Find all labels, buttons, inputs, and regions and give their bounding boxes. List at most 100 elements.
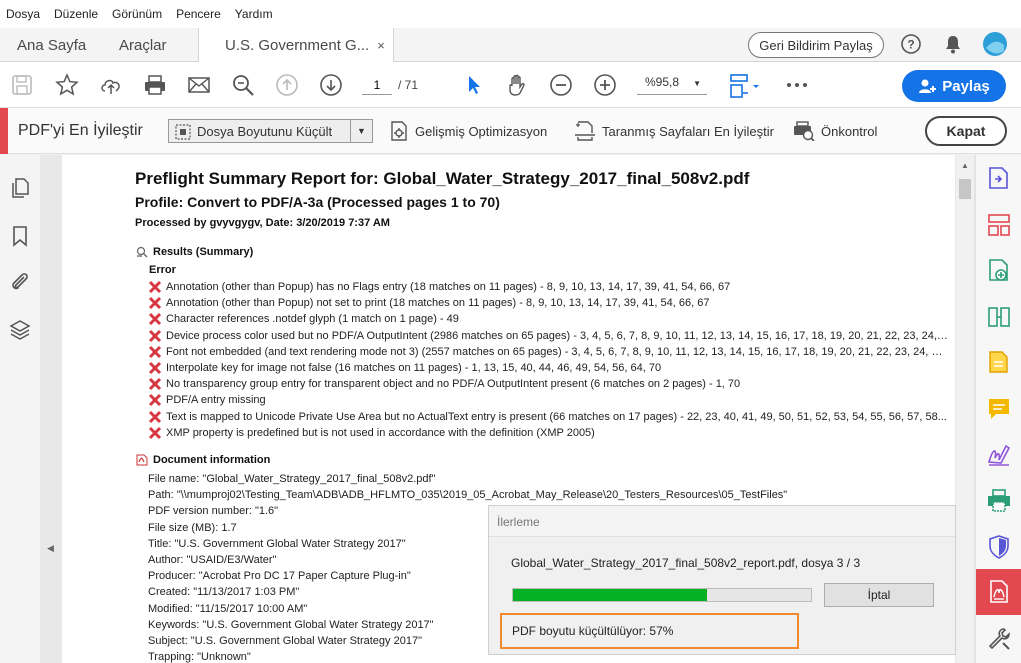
error-x-icon: [148, 297, 162, 310]
cancel-button[interactable]: İptal: [824, 583, 934, 607]
comment-icon[interactable]: [986, 396, 1012, 422]
zoom-out-icon[interactable]: [549, 73, 573, 97]
close-tool-button[interactable]: Kapat: [925, 116, 1007, 146]
create-pdf-icon[interactable]: [986, 258, 1012, 284]
tab-home-label: Ana Sayfa: [17, 36, 87, 54]
error-heading: Error: [149, 264, 176, 276]
error-text: Font not embedded (and text rendering mo…: [166, 345, 948, 358]
error-x-icon: [148, 361, 162, 375]
error-text: Annotation (other than Popup) has no Fla…: [166, 281, 731, 294]
save-icon[interactable]: [10, 73, 34, 97]
scanned-pages-icon: [575, 121, 595, 141]
menu-bar: Dosya Düzenle Görünüm Pencere Yardım: [0, 0, 1021, 28]
help-icon[interactable]: ?: [900, 33, 922, 55]
zoom-in-icon[interactable]: [593, 73, 617, 97]
report-title: Preflight Summary Report for: Global_Wat…: [135, 169, 750, 188]
previous-page-icon[interactable]: [275, 73, 299, 97]
tab-tools-label: Araçlar: [119, 36, 167, 54]
protect-shield-icon[interactable]: [986, 534, 1012, 560]
document-information-label: Document information: [153, 454, 271, 466]
reduce-file-size-label: Dosya Boyutunu Küçült: [197, 123, 333, 139]
page-number-input[interactable]: [362, 75, 392, 95]
tab-bar: Ana Sayfa Araçlar U.S. Government G... ×…: [0, 28, 1021, 63]
attachment-paperclip-icon[interactable]: [9, 271, 31, 293]
error-text: PDF/A entry missing: [166, 394, 266, 407]
export-pdf-icon[interactable]: [986, 166, 1012, 192]
error-x-icon: [148, 410, 162, 423]
hand-tool-icon[interactable]: [505, 73, 529, 97]
list-item: PDF/A entry missing: [148, 392, 948, 408]
advanced-optimization-button[interactable]: Gelişmiş Optimizasyon: [389, 121, 547, 141]
error-list: Annotation (other than Popup) has no Fla…: [148, 279, 948, 441]
list-item: XMP property is predefined but is not us…: [148, 425, 948, 441]
optimize-scanned-pages-button[interactable]: Taranmış Sayfaları En İyileştir: [574, 121, 774, 141]
list-item: Character references .notdef glyph (1 ma…: [148, 311, 948, 327]
error-text: Device process color used but no PDF/A O…: [166, 329, 948, 342]
list-item: File name: "Global_Water_Strategy_2017_f…: [148, 473, 436, 485]
menu-edit[interactable]: Düzenle: [54, 7, 98, 21]
more-tools-wrench-icon[interactable]: [986, 626, 1012, 652]
select-cursor-icon[interactable]: [462, 73, 486, 97]
bookmark-icon[interactable]: [9, 225, 31, 247]
progress-dialog-body: Global_Water_Strategy_2017_final_508v2_r…: [489, 536, 955, 654]
page-thumbnails-icon[interactable]: [9, 177, 31, 199]
next-page-icon[interactable]: [319, 73, 343, 97]
progress-status-text: PDF boyutu küçültülüyor: 57%: [512, 624, 674, 638]
chevron-down-icon: ▼: [693, 79, 701, 88]
tab-close-icon[interactable]: ×: [377, 38, 385, 53]
pdf-document-icon: [136, 454, 148, 466]
print-icon[interactable]: [143, 73, 167, 97]
results-summary-icon: [136, 246, 148, 258]
tab-home[interactable]: Ana Sayfa: [17, 28, 86, 62]
edit-pdf-icon[interactable]: [986, 350, 1012, 376]
error-text: XMP property is predefined but is not us…: [166, 426, 595, 439]
document-information-heading: Document information: [136, 454, 270, 466]
cloud-upload-icon[interactable]: [99, 73, 123, 97]
optimize-pdf-icon[interactable]: [986, 579, 1012, 605]
left-navigation-pane: [0, 155, 40, 663]
advanced-optimization-icon: [391, 121, 407, 141]
error-text: Interpolate key for image not false (16 …: [166, 362, 662, 375]
more-options-icon[interactable]: [785, 73, 809, 97]
print-production-icon[interactable]: [986, 488, 1012, 514]
preflight-label: Önkontrol: [821, 123, 878, 139]
star-icon[interactable]: [55, 73, 79, 97]
fill-and-sign-icon[interactable]: [986, 442, 1012, 468]
notification-bell-icon[interactable]: [942, 33, 964, 55]
main-toolbar: / 71 %95,8 ▼ Paylaş: [0, 62, 1021, 108]
error-text: Annotation (other than Popup) not set to…: [166, 297, 710, 310]
collapse-left-pane-icon[interactable]: ◀: [47, 543, 54, 554]
add-user-icon: [919, 79, 937, 93]
layers-icon[interactable]: [9, 319, 31, 341]
tab-tools[interactable]: Araçlar: [119, 28, 167, 62]
organize-pages-icon[interactable]: [986, 212, 1012, 238]
list-item: Annotation (other than Popup) has no Fla…: [148, 279, 948, 295]
scroll-up-arrow-icon[interactable]: ▲: [961, 161, 969, 170]
email-icon[interactable]: [187, 73, 211, 97]
menu-view[interactable]: Görünüm: [112, 7, 162, 21]
error-x-icon: [148, 378, 162, 391]
combine-files-icon[interactable]: [986, 304, 1012, 330]
preflight-button[interactable]: Önkontrol: [793, 121, 877, 141]
progress-dialog-title: İlerleme: [497, 515, 540, 529]
optimize-scanned-pages-label: Taranmış Sayfaları En İyileştir: [602, 123, 774, 139]
menu-window[interactable]: Pencere: [176, 7, 221, 21]
reduce-size-icon: [175, 124, 191, 140]
progress-bar-fill: [513, 589, 707, 601]
reduce-file-size-dropdown[interactable]: Dosya Boyutunu Küçült ▼: [168, 119, 373, 143]
error-text: No transparency group entry for transpar…: [166, 378, 741, 391]
chevron-down-icon[interactable]: ▼: [350, 120, 372, 142]
scrollbar-thumb[interactable]: [959, 179, 971, 199]
page-display-icon[interactable]: [728, 73, 759, 98]
zoom-level-dropdown[interactable]: %95,8 ▼: [637, 75, 707, 95]
account-avatar-icon[interactable]: [982, 31, 1008, 57]
menu-file[interactable]: Dosya: [6, 7, 40, 21]
tab-document-label: U.S. Government G...: [225, 37, 370, 54]
vertical-scrollbar[interactable]: ▲: [956, 155, 974, 663]
search-zoom-icon[interactable]: [231, 73, 255, 97]
optimize-pdf-bar: PDF'yi En İyileştir Dosya Boyutunu Küçül…: [0, 108, 1021, 154]
menu-help[interactable]: Yardım: [235, 7, 273, 21]
feedback-button[interactable]: Geri Bildirim Paylaş: [748, 32, 884, 58]
share-button[interactable]: Paylaş: [902, 70, 1006, 102]
tab-document[interactable]: U.S. Government G... ×: [198, 28, 394, 63]
